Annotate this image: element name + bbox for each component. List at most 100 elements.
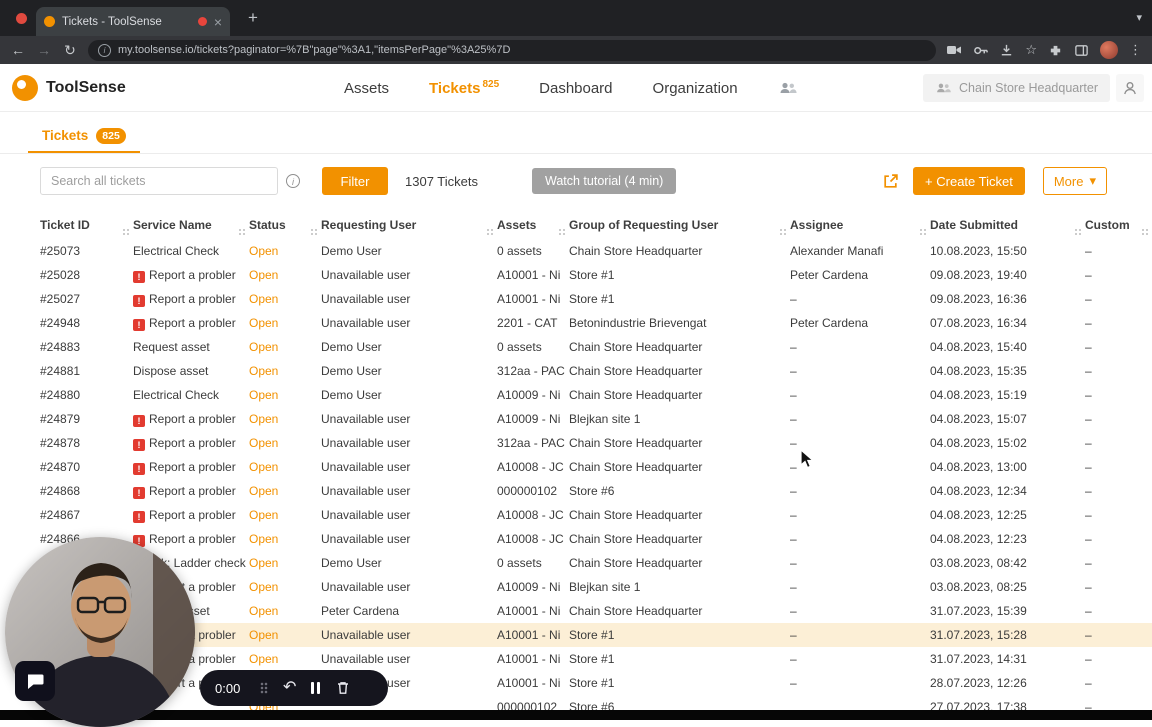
service-name-label: Report a probler bbox=[149, 460, 236, 474]
ticket-row[interactable]: #24870! Report a probler Open Unavailable u… bbox=[28, 455, 1152, 479]
column-header-status[interactable]: Status bbox=[249, 211, 321, 239]
service-name-label: Electrical Check bbox=[133, 388, 220, 402]
restart-undo-icon[interactable]: ↶ bbox=[283, 680, 296, 696]
column-resize-grip[interactable] bbox=[919, 228, 927, 236]
column-resize-grip[interactable] bbox=[238, 228, 246, 236]
cell-assignee: – bbox=[790, 412, 797, 426]
cell-date-submitted: 07.08.2023, 16:34 bbox=[930, 316, 1027, 330]
create-ticket-button[interactable]: + Create Ticket bbox=[913, 167, 1025, 195]
community-people-icon[interactable] bbox=[778, 81, 798, 95]
cell-requesting-user: Unavailable user bbox=[321, 628, 411, 642]
search-input[interactable] bbox=[40, 167, 278, 195]
column-header-assets[interactable]: Assets bbox=[497, 211, 569, 239]
reload-icon[interactable]: ↻ bbox=[62, 42, 78, 59]
ticket-row[interactable]: !Report a problerOpenUnavailable userA10… bbox=[28, 671, 1152, 695]
pause-icon[interactable] bbox=[311, 682, 321, 694]
delete-trash-icon[interactable] bbox=[335, 680, 351, 696]
cell-requesting-user: Unavailable user bbox=[321, 652, 411, 666]
column-resize-grip[interactable] bbox=[558, 228, 566, 236]
key-icon[interactable] bbox=[973, 43, 989, 58]
site-info-icon[interactable]: i bbox=[98, 43, 111, 57]
camera-icon[interactable] bbox=[946, 42, 962, 58]
brand[interactable]: ToolSense bbox=[12, 75, 126, 101]
back-icon[interactable]: ← bbox=[10, 42, 26, 58]
cell-date-submitted: 04.08.2023, 13:00 bbox=[930, 460, 1027, 474]
filter-button[interactable]: Filter bbox=[322, 167, 388, 195]
ticket-row[interactable]: #24879! Report a probler Open Unavailable u… bbox=[28, 407, 1152, 431]
ticket-row[interactable]: #24878! Report a probler Open Unavailable u… bbox=[28, 431, 1152, 455]
download-icon[interactable] bbox=[999, 43, 1014, 58]
ticket-row[interactable]: #25027! Report a probler Open Unavailable u… bbox=[28, 287, 1152, 311]
new-tab-button[interactable]: + bbox=[241, 6, 265, 30]
organization-selector[interactable]: Chain Store Headquarter bbox=[923, 74, 1110, 102]
url-bar[interactable]: i my.toolsense.io/tickets?paginator=%7B"… bbox=[88, 39, 937, 61]
ticket-row[interactable]: #24867! Report a probler Open Unavailable u… bbox=[28, 503, 1152, 527]
ticket-row[interactable]: #24948! Report a probler Open Unavailable u… bbox=[28, 311, 1152, 335]
cell-group-of-requesting-user: Store #1 bbox=[569, 676, 615, 690]
tab-tickets[interactable]: Tickets 825 bbox=[28, 120, 140, 153]
nav-item-tickets[interactable]: Tickets 825 bbox=[429, 79, 499, 97]
cell-group-of-requesting-user: Betonindustrie Brievengat bbox=[569, 316, 707, 330]
cell-assignee: Peter Cardena bbox=[790, 316, 869, 330]
column-header-service-name[interactable]: Service Name bbox=[133, 211, 249, 239]
watch-tutorial-button[interactable]: Watch tutorial (4 min) bbox=[532, 168, 677, 194]
column-resize-grip[interactable] bbox=[310, 228, 318, 236]
column-header-date-submitted[interactable]: Date Submitted bbox=[930, 211, 1085, 239]
column-header-group-of-requesting-user[interactable]: Group of Requesting User bbox=[569, 211, 790, 239]
column-header-ticket-id[interactable]: Ticket ID bbox=[28, 211, 133, 239]
column-header-label: Status bbox=[249, 218, 286, 232]
cell-requesting-user: Unavailable user bbox=[321, 508, 411, 522]
tab-search-chevron-icon[interactable]: ▾ bbox=[1136, 11, 1142, 24]
tickets-table: Ticket ID Service Name Status Requesting Us… bbox=[28, 211, 1152, 719]
side-panel-icon[interactable] bbox=[1074, 43, 1089, 58]
cell-assignee: – bbox=[790, 580, 797, 594]
tab-tickets-badge: 825 bbox=[96, 127, 126, 144]
browser-menu-icon[interactable]: ⋮ bbox=[1129, 42, 1142, 58]
cell-assets: A10009 - Ni bbox=[497, 388, 561, 402]
tab-close-icon[interactable]: × bbox=[214, 15, 222, 29]
column-header-requesting-user[interactable]: Requesting User bbox=[321, 211, 497, 239]
ticket-row[interactable]: Check: Ladder check Open Demo User 0 assets… bbox=[28, 551, 1152, 575]
browser-profile-avatar[interactable] bbox=[1100, 41, 1118, 59]
ticket-row[interactable]: #24880 Electrical Check Open Demo User A1000… bbox=[28, 383, 1152, 407]
user-account-button[interactable] bbox=[1116, 74, 1144, 102]
drag-handle-icon[interactable] bbox=[260, 682, 268, 694]
cell-date-submitted: 31.07.2023, 15:28 bbox=[930, 628, 1027, 642]
ticket-row[interactable]: #24883 Request asset Open Demo User 0 assets… bbox=[28, 335, 1152, 359]
column-resize-grip[interactable] bbox=[779, 228, 787, 236]
cell-assets: A10009 - Ni bbox=[497, 580, 561, 594]
nav-item-organization[interactable]: Organization bbox=[653, 80, 738, 97]
ticket-row[interactable]: #25073 Electrical Check Open Demo User 0 ass… bbox=[28, 239, 1152, 263]
bookmark-star-icon[interactable]: ☆ bbox=[1025, 42, 1037, 58]
external-link-icon[interactable] bbox=[882, 173, 899, 190]
cell-requesting-user: Demo User bbox=[321, 556, 382, 570]
column-resize-grip[interactable] bbox=[486, 228, 494, 236]
ticket-row[interactable]: !Report a problerOpenUnavailable userA10… bbox=[28, 647, 1152, 671]
extensions-puzzle-icon[interactable] bbox=[1048, 43, 1063, 58]
ticket-row[interactable]: !Report a problerOpenUnavailable userA10… bbox=[28, 575, 1152, 599]
forward-icon[interactable]: → bbox=[36, 42, 52, 58]
column-header-assignee[interactable]: Assignee bbox=[790, 211, 930, 239]
nav-item-dashboard[interactable]: Dashboard bbox=[539, 80, 612, 97]
service-name-label: Report a probler bbox=[149, 508, 236, 522]
browser-tab[interactable]: Tickets - ToolSense × bbox=[36, 7, 230, 36]
priority-alert-icon: ! bbox=[133, 487, 145, 499]
column-header-custom[interactable]: Custom bbox=[1085, 211, 1152, 239]
nav-item-assets[interactable]: Assets bbox=[344, 80, 389, 97]
chat-launcher-button[interactable] bbox=[15, 661, 55, 701]
ticket-row[interactable]: #25028! Report a probler Open Unavailable u… bbox=[28, 263, 1152, 287]
column-resize-grip[interactable] bbox=[1141, 228, 1149, 236]
ticket-row[interactable]: #24868! Report a probler Open Unavailable u… bbox=[28, 479, 1152, 503]
search-info-icon[interactable]: i bbox=[286, 174, 300, 188]
ticket-row[interactable]: #24881 Dispose asset Open Demo User 312aa - … bbox=[28, 359, 1152, 383]
cell-ticket-id: #24880 bbox=[40, 388, 81, 402]
column-resize-grip[interactable] bbox=[1074, 228, 1082, 236]
cell-custom: – bbox=[1085, 292, 1092, 306]
ticket-row[interactable]: !Report a problerOpenUnavailable userA10… bbox=[28, 623, 1152, 647]
cell-ticket-id: #24867 bbox=[40, 508, 81, 522]
more-button[interactable]: More ▾ bbox=[1042, 167, 1107, 195]
column-resize-grip[interactable] bbox=[122, 228, 130, 236]
ticket-row[interactable]: #24866! Report a probler Open Unavailable u… bbox=[28, 527, 1152, 551]
cell-group-of-requesting-user: Chain Store Headquarter bbox=[569, 508, 703, 522]
ticket-row[interactable]: Request assetOpenPeter CardenaA10001 - N… bbox=[28, 599, 1152, 623]
